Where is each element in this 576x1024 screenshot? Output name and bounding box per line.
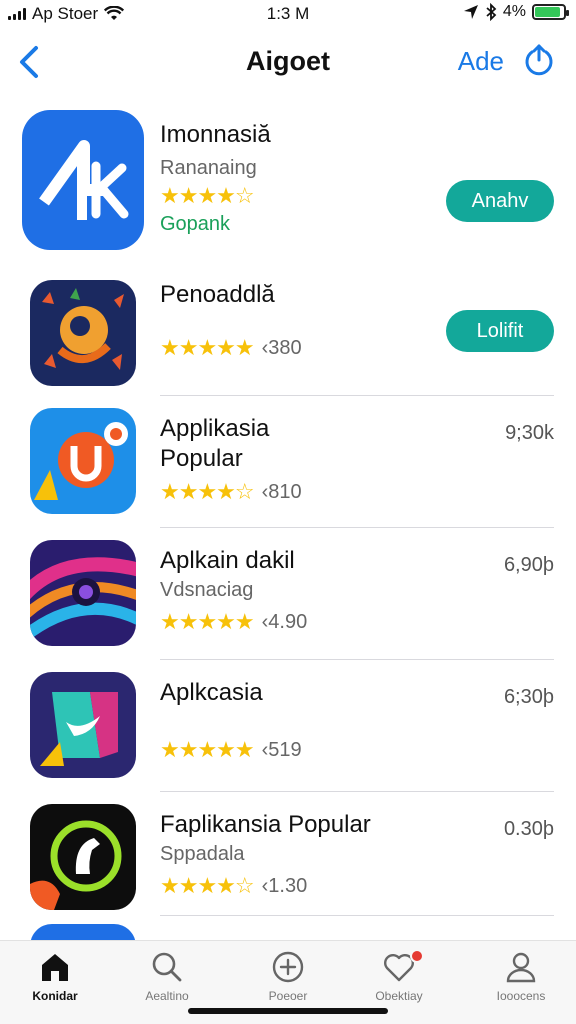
tab-label: Iooocens bbox=[496, 989, 546, 1003]
rating-count: ‹519 bbox=[261, 739, 302, 761]
tab-label: Poeoer bbox=[268, 989, 308, 1003]
app-icon-dragon[interactable] bbox=[30, 280, 136, 386]
app-icon-u[interactable] bbox=[30, 408, 136, 514]
tab-home[interactable]: Konidar bbox=[0, 951, 110, 1003]
star-rating: ★★★★☆ bbox=[160, 479, 255, 504]
app-info: Aplkcasia ★★★★★ ‹519 bbox=[160, 678, 426, 764]
app-info: Penoaddlă ★★★★★ ‹380 bbox=[160, 280, 426, 362]
app-meta: ★★★★☆ ‹810 bbox=[160, 478, 426, 506]
app-icon-bird[interactable] bbox=[30, 672, 136, 778]
tab-label: Konidar bbox=[32, 989, 78, 1003]
add-button[interactable]: Ade bbox=[458, 46, 504, 77]
rating-count: ‹1.30 bbox=[261, 875, 308, 897]
star-rating: ★★★★★ bbox=[160, 737, 255, 762]
app-name: Penoaddlă bbox=[160, 281, 275, 308]
get-button[interactable]: Anahv bbox=[446, 180, 554, 222]
app-name: Imonnasiă bbox=[160, 121, 271, 148]
star-rating: ★★★★☆ bbox=[160, 873, 255, 898]
app-icon-ring[interactable] bbox=[30, 804, 136, 910]
app-meta: ★★★★☆ bbox=[160, 182, 426, 210]
app-subtitle: Vdsnaciag bbox=[160, 579, 254, 601]
price-label[interactable]: 6;30þ bbox=[504, 686, 554, 709]
status-bar: Ap Stoer 1:3 M 4% bbox=[0, 0, 576, 28]
get-button[interactable]: Lolifit bbox=[446, 310, 554, 352]
app-meta: ★★★★★ ‹4.90 bbox=[160, 608, 426, 636]
app-info: Imonnasiă Rananaing ★★★★☆ Gopank bbox=[160, 120, 426, 238]
home-icon bbox=[42, 954, 68, 981]
app-name-line2: Popular bbox=[160, 445, 243, 472]
app-info: Faplikansia Popular Sppadala ★★★★☆ ‹1.30 bbox=[160, 810, 456, 900]
add-icon bbox=[272, 951, 304, 983]
app-name: Faplikansia Popular bbox=[160, 811, 371, 838]
tab-search[interactable]: Aealtino bbox=[112, 951, 222, 1003]
search-icon bbox=[152, 952, 182, 982]
location-icon bbox=[463, 5, 478, 19]
list-item[interactable]: Penoaddlă ★★★★★ ‹380 Lolifit bbox=[0, 266, 576, 396]
app-list: Imonnasiă Rananaing ★★★★☆ Gopank Anahv P… bbox=[0, 100, 576, 956]
tab-favorites[interactable]: Obektiay bbox=[344, 949, 454, 1003]
price-label[interactable]: 0.30þ bbox=[504, 818, 554, 841]
rating-count: ‹810 bbox=[261, 481, 302, 503]
app-category: Gopank bbox=[160, 213, 231, 235]
price-label[interactable]: 9;30k bbox=[505, 422, 554, 445]
home-indicator[interactable] bbox=[188, 1008, 388, 1014]
tab-label: Obektiay bbox=[375, 989, 423, 1003]
app-info: Aplkain dakil Vdsnaciag ★★★★★ ‹4.90 bbox=[160, 546, 426, 636]
app-meta: ★★★★☆ ‹1.30 bbox=[160, 872, 456, 900]
app-meta: ★★★★★ ‹380 bbox=[160, 334, 426, 362]
app-subtitle: Sppadala bbox=[160, 843, 245, 865]
app-info: Applikasia Popular ★★★★☆ ‹810 bbox=[160, 414, 426, 506]
app-name: Aplkcasia bbox=[160, 679, 263, 706]
person-icon bbox=[506, 952, 536, 983]
app-subtitle bbox=[160, 708, 426, 726]
list-item[interactable]: Aplkcasia ★★★★★ ‹519 6;30þ bbox=[0, 660, 576, 792]
list-item[interactable]: Imonnasiă Rananaing ★★★★☆ Gopank Anahv bbox=[0, 100, 576, 266]
tab-add[interactable]: Poeoer bbox=[233, 951, 343, 1003]
price-label[interactable]: 6,90þ bbox=[504, 554, 554, 577]
status-right: 4% bbox=[463, 3, 569, 21]
rating-count: ‹4.90 bbox=[261, 611, 308, 633]
app-subtitle bbox=[160, 310, 426, 328]
battery-icon bbox=[532, 4, 569, 20]
app-name: Applikasia bbox=[160, 415, 270, 442]
app-icon-swirl[interactable] bbox=[30, 540, 136, 646]
list-item[interactable]: Aplkain dakil Vdsnaciag ★★★★★ ‹4.90 6,90… bbox=[0, 528, 576, 660]
rating-count: ‹380 bbox=[261, 337, 302, 359]
app-icon-4k[interactable] bbox=[22, 110, 144, 250]
list-item[interactable]: Applikasia Popular ★★★★☆ ‹810 9;30k bbox=[0, 396, 576, 528]
app-name: Aplkain dakil bbox=[160, 547, 295, 574]
star-rating: ★★★★★ bbox=[160, 609, 255, 634]
app-meta: ★★★★★ ‹519 bbox=[160, 736, 426, 764]
battery-level bbox=[535, 7, 561, 17]
star-rating: ★★★★★ bbox=[160, 335, 255, 360]
app-subtitle: Rananaing bbox=[160, 157, 257, 179]
navigation-bar: Aigoet Ade bbox=[0, 36, 576, 90]
list-item[interactable]: Faplikansia Popular Sppadala ★★★★☆ ‹1.30… bbox=[0, 792, 576, 916]
tab-profile[interactable]: Iooocens bbox=[466, 951, 576, 1003]
tab-label: Aealtino bbox=[145, 989, 189, 1003]
bluetooth-icon bbox=[486, 3, 497, 21]
notification-badge bbox=[410, 949, 424, 963]
star-rating: ★★★★☆ bbox=[160, 183, 255, 208]
refresh-icon[interactable] bbox=[522, 44, 556, 78]
battery-percent: 4% bbox=[502, 3, 526, 20]
